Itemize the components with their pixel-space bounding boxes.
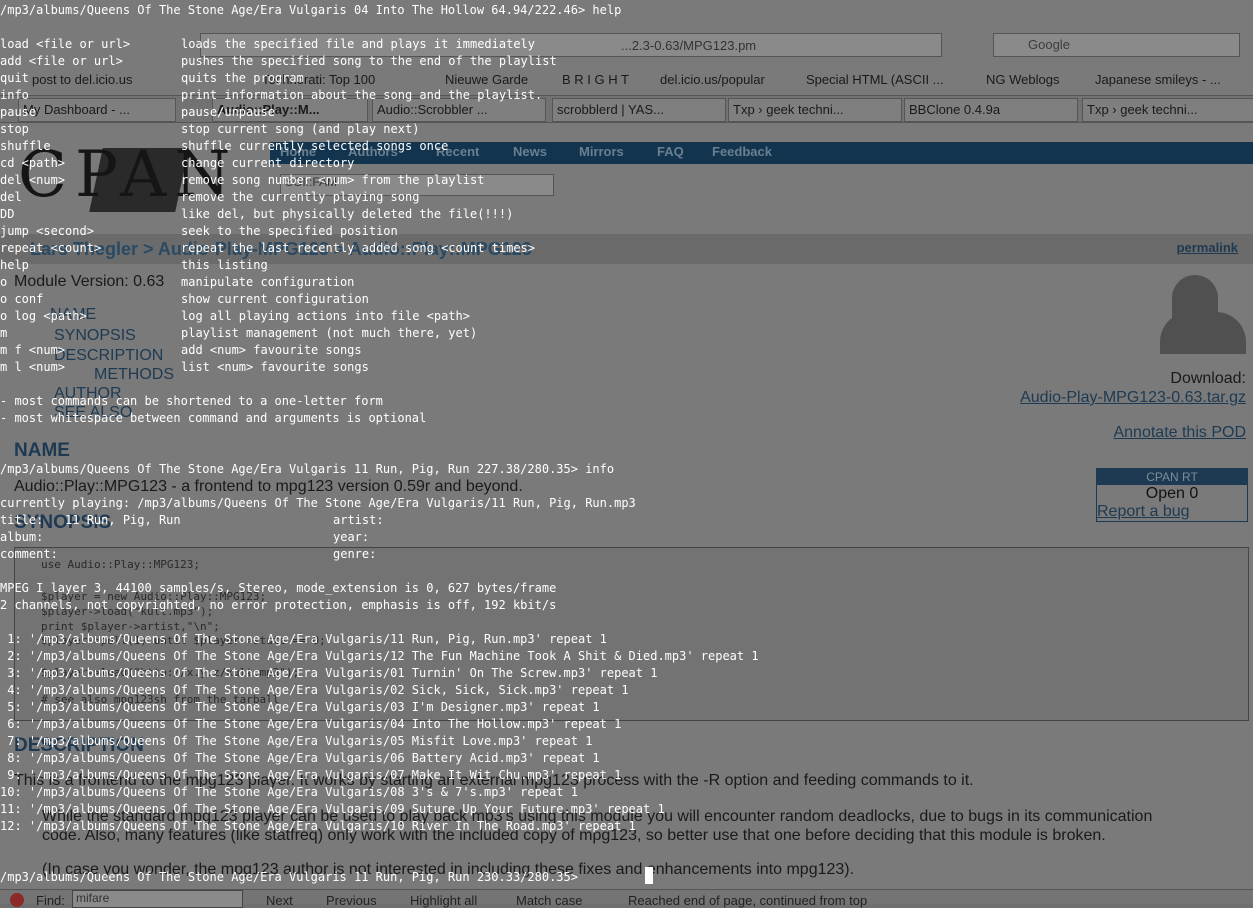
- playlist-entry: 7: '/mp3/albums/Queens Of The Stone Age/…: [0, 734, 593, 748]
- playlist-entry: 10: '/mp3/albums/Queens Of The Stone Age…: [0, 785, 578, 799]
- terminal-cursor: [645, 867, 653, 884]
- help-desc: add <num> favourite songs: [181, 343, 362, 357]
- help-desc: remove song number <num> from the playli…: [181, 173, 485, 187]
- help-cmd: load <file or url>: [0, 37, 131, 51]
- help-cmd: help: [0, 258, 29, 272]
- help-cmd: m f <num>: [0, 343, 66, 357]
- currently-playing: currently playing: /mp3/albums/Queens Of…: [0, 496, 636, 510]
- playlist-entry: 3: '/mp3/albums/Queens Of The Stone Age/…: [0, 666, 658, 680]
- final-prompt[interactable]: /mp3/albums/Queens Of The Stone Age/Era …: [0, 869, 585, 886]
- help-cmd: jump <second>: [0, 224, 94, 238]
- help-desc: log all playing actions into file <path>: [181, 309, 470, 323]
- help-desc: manipulate configuration: [181, 275, 355, 289]
- help-cmd: shuffle: [0, 139, 51, 153]
- help-desc: change current directory: [181, 156, 355, 170]
- info-mpeg: MPEG I layer 3, 44100 samples/s, Stereo,…: [0, 581, 557, 595]
- info-prompt: /mp3/albums/Queens Of The Stone Age/Era …: [0, 462, 615, 476]
- playlist-entry: 4: '/mp3/albums/Queens Of The Stone Age/…: [0, 683, 629, 697]
- help-desc: seek to the specified position: [181, 224, 398, 238]
- help-desc: remove the currently playing song: [181, 190, 420, 204]
- playlist-entry: 1: '/mp3/albums/Queens Of The Stone Age/…: [0, 632, 607, 646]
- help-desc: this listing: [181, 258, 268, 272]
- help-desc: pushes the specified song to the end of …: [181, 54, 557, 68]
- help-cmd: repeat <count>: [0, 241, 102, 255]
- help-desc: list <num> favourite songs: [181, 360, 369, 374]
- help-note: - most commands can be shortened to a on…: [0, 394, 383, 408]
- playlist-entry: 12: '/mp3/albums/Queens Of The Stone Age…: [0, 819, 636, 833]
- help-cmd: del <num>: [0, 173, 66, 187]
- help-cmd: del: [0, 190, 22, 204]
- help-cmd: info: [0, 88, 29, 102]
- info-year: year:: [333, 530, 370, 544]
- help-desc: pause/unpause: [181, 105, 275, 119]
- help-cmd: m: [0, 326, 8, 340]
- help-desc: print information about the song and the…: [181, 88, 543, 102]
- help-prompt: /mp3/albums/Queens Of The Stone Age/Era …: [0, 3, 622, 17]
- help-note: - most whitespace between command and ar…: [0, 411, 427, 425]
- info-comment: comment:: [0, 547, 58, 561]
- playlist-entry: 8: '/mp3/albums/Queens Of The Stone Age/…: [0, 751, 600, 765]
- help-cmd: stop: [0, 122, 29, 136]
- help-desc: playlist management (not much there, yet…: [181, 326, 478, 340]
- playlist-entry: 2: '/mp3/albums/Queens Of The Stone Age/…: [0, 649, 759, 663]
- playlist-entry: 5: '/mp3/albums/Queens Of The Stone Age/…: [0, 700, 600, 714]
- help-desc: quits the program: [181, 71, 304, 85]
- playlist-entry: 9: '/mp3/albums/Queens Of The Stone Age/…: [0, 768, 622, 782]
- help-cmd: quit: [0, 71, 29, 85]
- info-channels: 2 channels, not copyrighted, no error pr…: [0, 598, 557, 612]
- playlist-entry: 11: '/mp3/albums/Queens Of The Stone Age…: [0, 802, 665, 816]
- help-cmd: o log <path>: [0, 309, 87, 323]
- info-album: album:: [0, 530, 44, 544]
- info-title: title: 11 Run, Pig, Run: [0, 513, 181, 527]
- info-genre: genre:: [333, 547, 377, 561]
- help-desc: show current configuration: [181, 292, 369, 306]
- help-cmd: o conf: [0, 292, 44, 306]
- help-cmd: add <file or url>: [0, 54, 123, 68]
- help-desc: shuffle currently selected songs once: [181, 139, 449, 153]
- help-cmd: cd <path>: [0, 156, 66, 170]
- playlist-entry: 6: '/mp3/albums/Queens Of The Stone Age/…: [0, 717, 622, 731]
- help-desc: repeat the last recently added song <cou…: [181, 241, 536, 255]
- help-desc: like del, but physically deleted the fil…: [181, 207, 514, 221]
- help-desc: loads the specified file and plays it im…: [181, 37, 536, 51]
- help-cmd: o: [0, 275, 8, 289]
- help-cmd: DD: [0, 207, 15, 221]
- help-cmd: pause: [0, 105, 37, 119]
- info-artist: artist:: [333, 513, 384, 527]
- help-cmd: m l <num>: [0, 360, 66, 374]
- help-desc: stop current song (and play next): [181, 122, 420, 136]
- terminal[interactable]: /mp3/albums/Queens Of The Stone Age/Era …: [0, 0, 1253, 903]
